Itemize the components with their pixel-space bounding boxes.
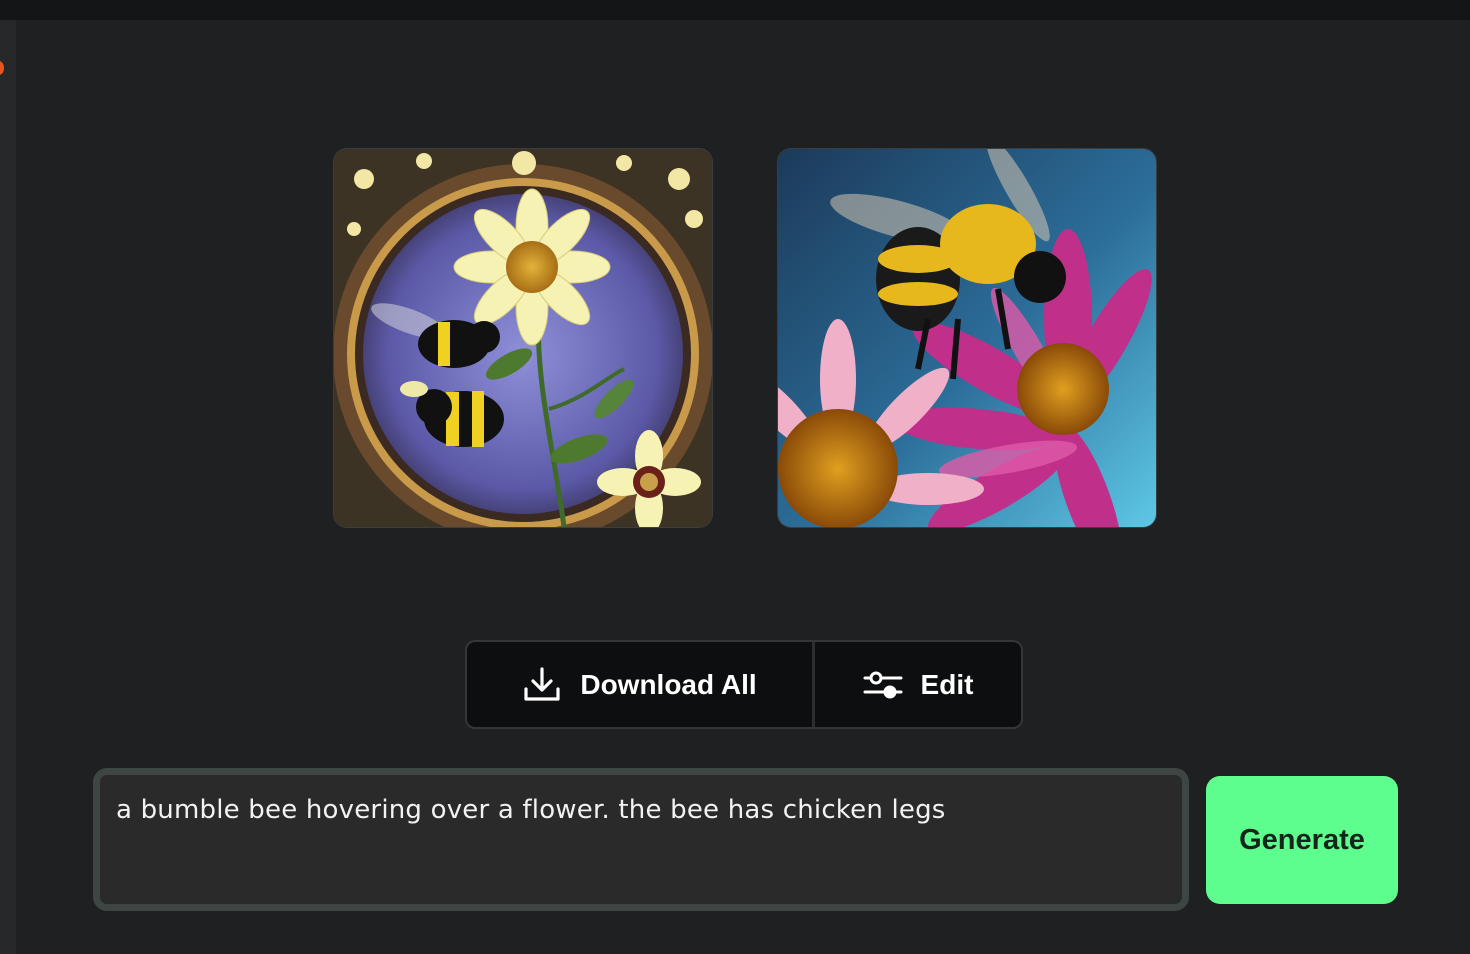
download-icon [524, 666, 560, 701]
image-actions-bar: Download All Edit [465, 640, 1023, 729]
top-bar [0, 0, 1470, 20]
sliders-icon [863, 671, 903, 698]
download-all-label: Download All [580, 668, 757, 700]
generated-image-2-art [778, 149, 1156, 527]
prompt-text[interactable]: a bumble bee hovering over a flower. the… [116, 795, 1166, 825]
left-sidebar-rail [0, 20, 16, 954]
download-all-button[interactable]: Download All [467, 642, 815, 727]
edit-label: Edit [920, 668, 974, 700]
prompt-input[interactable]: a bumble bee hovering over a flower. the… [93, 768, 1189, 911]
generate-label: Generate [1239, 823, 1365, 856]
generate-button[interactable]: Generate [1206, 776, 1398, 904]
generated-image-1-art [334, 149, 712, 527]
edit-button[interactable]: Edit [815, 642, 1021, 727]
notification-dot [0, 61, 4, 75]
generated-image-1[interactable] [333, 148, 713, 528]
generated-image-2[interactable] [777, 148, 1157, 528]
